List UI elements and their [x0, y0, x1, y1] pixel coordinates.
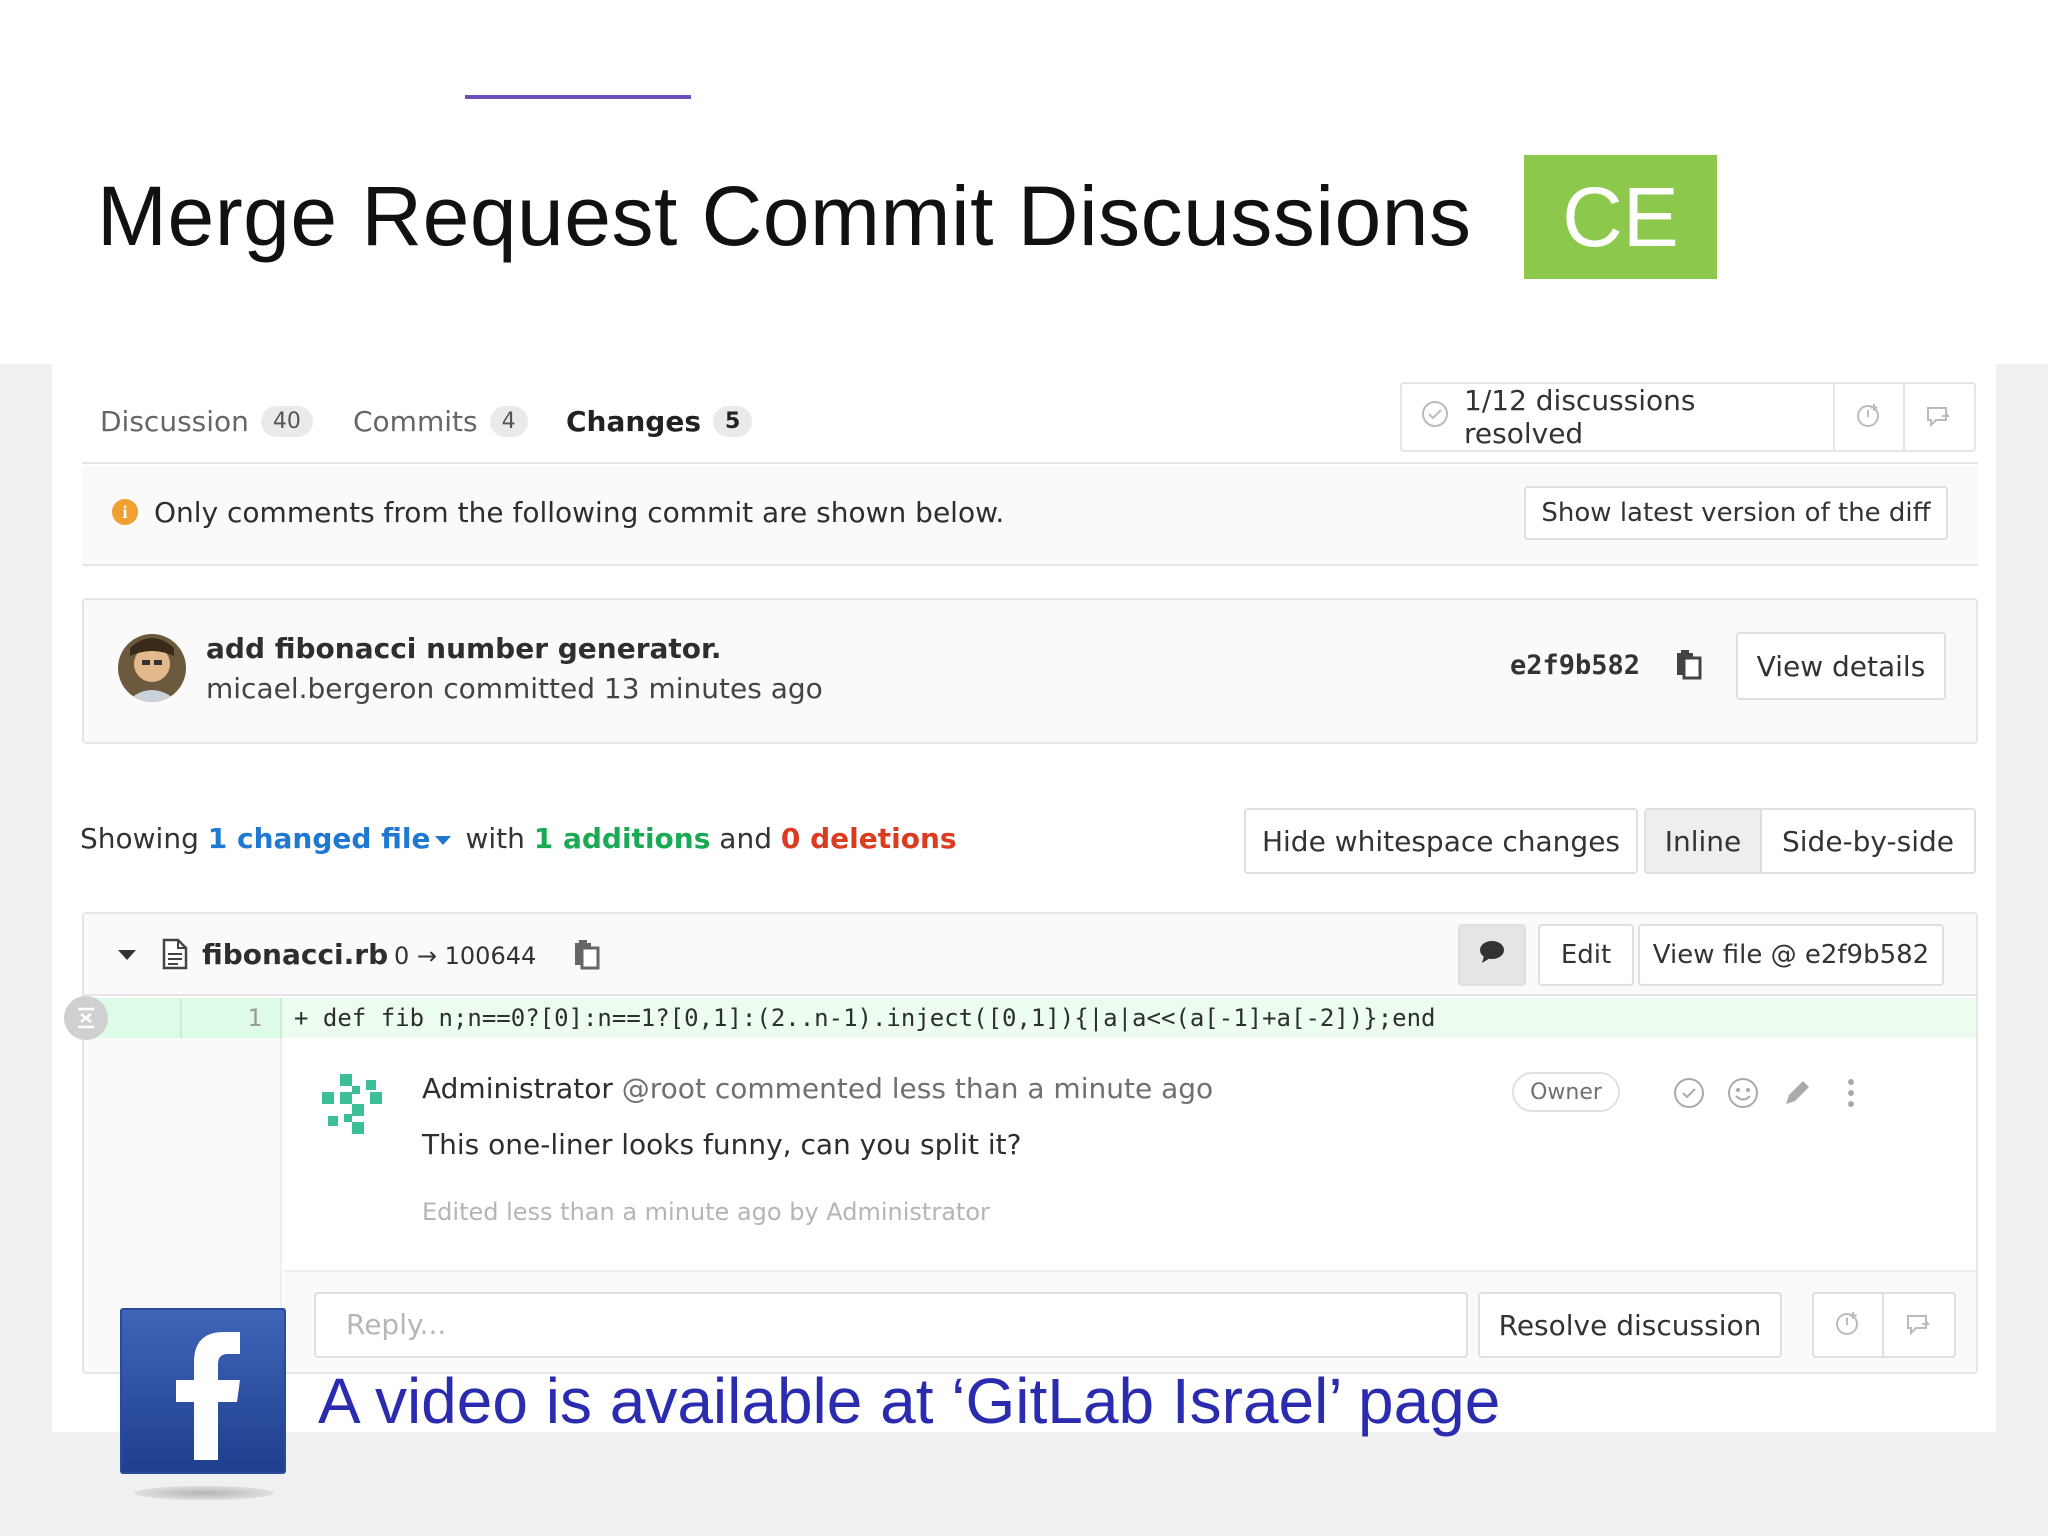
commit-info-box: add fibonacci number generator. micael.b…: [82, 598, 1978, 744]
commit-title[interactable]: add fibonacci number generator.: [206, 632, 722, 665]
collapse-caret-icon[interactable]: [118, 950, 136, 960]
summary-and: and: [719, 822, 772, 855]
copy-file-path-icon[interactable]: [572, 938, 602, 970]
diff-file-header: fibonacci.rb 0 → 100644 Edit View file @…: [84, 914, 1976, 996]
pencil-icon[interactable]: [1780, 1076, 1814, 1110]
summary-showing: Showing: [80, 822, 199, 855]
resolved-status: 1/12 discussions resolved: [1402, 384, 1836, 450]
toggle-comments-button[interactable]: [1458, 924, 1526, 986]
tab-commits[interactable]: Commits 4: [353, 388, 528, 454]
jump-to-next-discussion-icon: [1833, 1308, 1863, 1342]
tab-count: 4: [489, 405, 528, 437]
diff-view-toggle: Inline Side-by-side: [1644, 808, 1976, 874]
logo-shadow: [134, 1486, 274, 1500]
info-icon: i: [112, 499, 138, 525]
jump-to-next-discussion-icon: [1854, 400, 1884, 434]
tab-label: Commits: [353, 404, 478, 438]
resolve-check-icon[interactable]: [1672, 1076, 1706, 1110]
chevron-down-icon[interactable]: [434, 835, 451, 845]
more-actions-icon[interactable]: [1834, 1076, 1868, 1110]
additions-count: 1 additions: [533, 822, 711, 855]
ce-badge: CE: [1524, 155, 1717, 279]
diff-line-added[interactable]: 1 + def fib n;n==0?[0]:n==1?[0,1]:(2..n-…: [84, 998, 1976, 1038]
reply-area: Reply... Resolve discussion: [284, 1270, 1976, 1372]
hide-whitespace-button[interactable]: Hide whitespace changes: [1244, 808, 1638, 874]
deletions-count: 0 deletions: [780, 822, 957, 855]
discussion-nav-buttons: [1812, 1292, 1956, 1358]
comment-icon: [1478, 939, 1506, 972]
tab-label: Changes: [566, 404, 702, 438]
show-latest-diff-button[interactable]: Show latest version of the diff: [1524, 486, 1948, 540]
side-by-side-view-button[interactable]: Side-by-side: [1762, 810, 1974, 872]
discussion-note: Administrator @root commented less than …: [284, 1038, 1976, 1270]
note-action: commented less than a minute ago: [714, 1072, 1214, 1105]
note-body: This one-liner looks funny, can you spli…: [422, 1128, 1022, 1161]
note-author-handle[interactable]: @root: [622, 1072, 706, 1105]
copy-sha-icon[interactable]: [1674, 648, 1704, 680]
video-caption: A video is available at ‘GitLab Israel’ …: [318, 1365, 1501, 1437]
comment-bubble-icon: [1904, 1308, 1934, 1342]
commit-meta: micael.bergeron committed 13 minutes ago: [206, 672, 823, 705]
file-icon: [162, 938, 188, 970]
active-tab-indicator: [465, 95, 691, 99]
reply-input[interactable]: Reply...: [314, 1292, 1468, 1358]
commit-filter-notice: i Only comments from the following commi…: [82, 466, 1978, 566]
changed-files-dropdown[interactable]: 1 changed file: [208, 822, 431, 855]
expand-lines-icon[interactable]: [64, 996, 108, 1040]
owner-badge: Owner: [1512, 1072, 1620, 1112]
note-edited-text: Edited less than a minute ago by Adminis…: [422, 1198, 990, 1226]
toggle-discussions-button[interactable]: [1905, 384, 1974, 450]
inline-view-button[interactable]: Inline: [1646, 810, 1762, 872]
avatar[interactable]: [118, 634, 186, 702]
slide-title: Merge Request Commit Discussions: [97, 169, 1472, 263]
file-mode-change: 0 → 100644: [394, 942, 537, 970]
code-line: + def fib n;n==0?[0]:n==1?[0,1]:(2..n-1)…: [294, 1004, 1436, 1032]
comment-bubble-icon: [1924, 400, 1954, 434]
resolved-count-text: 1/12 discussions resolved: [1464, 384, 1696, 450]
tab-discussion[interactable]: Discussion 40: [100, 388, 313, 454]
commit-sha: e2f9b582: [1510, 650, 1641, 681]
facebook-logo-icon: [120, 1308, 286, 1474]
edit-file-button[interactable]: Edit: [1538, 924, 1634, 986]
summary-with: with: [465, 822, 525, 855]
notice-text: Only comments from the following commit …: [154, 496, 1005, 529]
discussions-resolved-widget: 1/12 discussions resolved: [1400, 382, 1976, 452]
avatar[interactable]: [316, 1068, 388, 1140]
tab-count: 5: [713, 405, 753, 437]
tab-label: Discussion: [100, 404, 249, 438]
note-author-name[interactable]: Administrator: [422, 1072, 613, 1105]
new-line-number[interactable]: 1: [182, 998, 282, 1038]
file-name[interactable]: fibonacci.rb: [202, 938, 388, 971]
toggle-discussion-button[interactable]: [1884, 1294, 1954, 1356]
diff-summary: Showing 1 changed file with 1 additions …: [80, 822, 957, 855]
emoji-icon[interactable]: [1726, 1076, 1760, 1110]
resolve-discussion-button[interactable]: Resolve discussion: [1478, 1292, 1782, 1358]
note-header: Administrator @root commented less than …: [422, 1072, 1213, 1105]
diff-file: fibonacci.rb 0 → 100644 Edit View file @…: [82, 912, 1978, 1374]
view-file-button[interactable]: View file @ e2f9b582: [1638, 924, 1944, 986]
check-circle-icon: [1420, 399, 1450, 436]
next-discussion-button[interactable]: [1814, 1294, 1884, 1356]
view-details-button[interactable]: View details: [1736, 632, 1946, 700]
tab-changes[interactable]: Changes 5: [566, 388, 753, 454]
tab-count: 40: [260, 405, 313, 437]
next-discussion-button[interactable]: [1835, 384, 1905, 450]
